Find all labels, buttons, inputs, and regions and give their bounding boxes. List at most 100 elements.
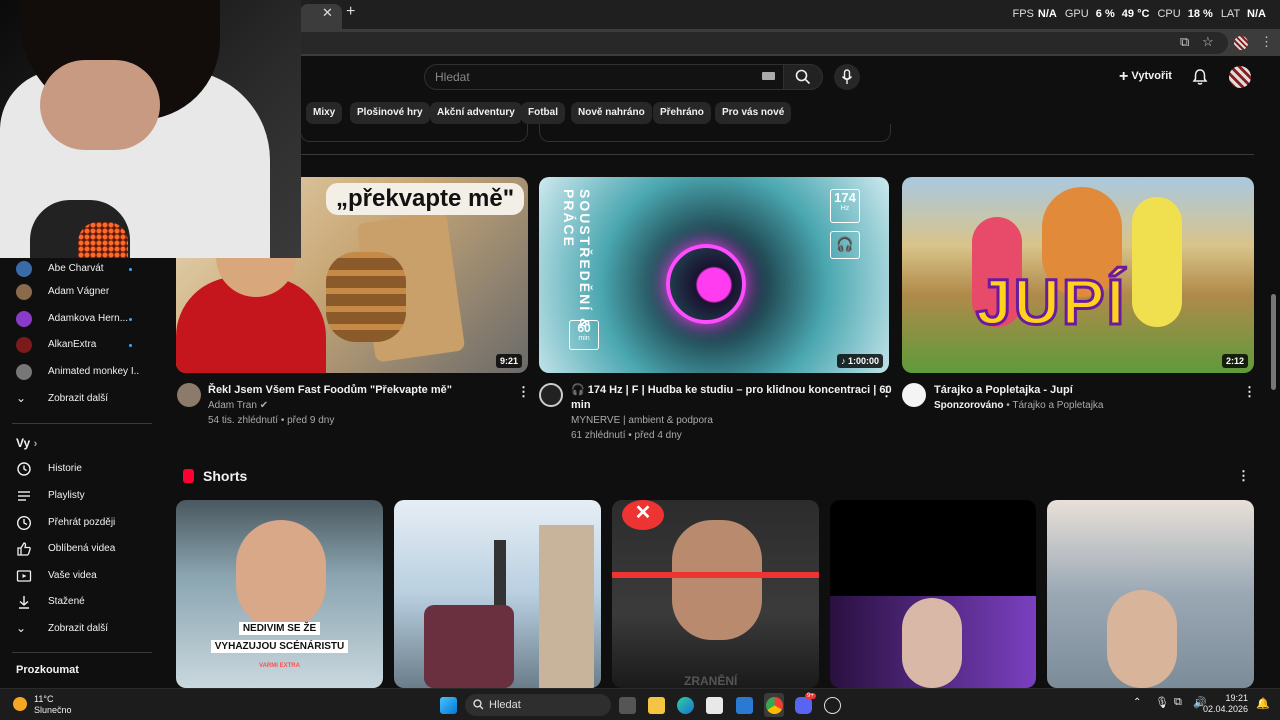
channel-avatar (16, 364, 32, 380)
figure (424, 605, 514, 688)
chevron-up-icon[interactable]: ⌃ (1133, 697, 1141, 708)
task-view-icon[interactable] (619, 697, 636, 714)
sidebar-subscription-animated-monkey[interactable]: Animated monkey I... (0, 361, 154, 385)
system-clock[interactable]: 19:21 02.04.2026 (1203, 693, 1248, 715)
keyboard-icon[interactable] (762, 72, 775, 80)
short-item[interactable]: NEDIVIM SE ŽE VYHAZUJOU SCÉNÁRISTU VARMI… (176, 500, 383, 688)
short-item[interactable] (394, 500, 601, 688)
sidebar-item-label: Zobrazit další (48, 393, 109, 404)
channel-avatar[interactable] (902, 383, 926, 407)
search-button[interactable] (783, 64, 823, 90)
video-title[interactable]: Tárajko a Popletajka - Jupí (934, 383, 1073, 398)
sidebar-subscription-abe-charvat[interactable]: Abe Charvát (0, 258, 154, 282)
taskbar-search-label: Hledat (489, 699, 521, 711)
steam-icon[interactable] (824, 697, 841, 714)
gpu-stat: GPU 6 % 49 °C (1064, 8, 1150, 20)
streamer-face (40, 60, 160, 150)
sidebar-item-watch-later[interactable]: Přehrát později (0, 512, 154, 536)
sidebar-item-history[interactable]: Historie (0, 458, 154, 482)
sidebar-subscription-adamkova-herna[interactable]: Adamkova Hern... (0, 308, 154, 332)
athlete-figure (672, 520, 762, 640)
channel-avatar (16, 337, 32, 353)
edge-browser-icon[interactable] (677, 697, 694, 714)
sidebar-divider (12, 652, 152, 653)
channel-avatar (16, 261, 32, 277)
sidebar-item-label: Oblíbená videa (48, 543, 116, 554)
taskbar-search[interactable]: Hledat (465, 694, 611, 716)
chip-action-adventures[interactable]: Akční adventury (430, 102, 522, 124)
channel-name[interactable]: Adam Tran ✔ (208, 398, 268, 413)
chip-recently-uploaded[interactable]: Nově nahráno (571, 102, 652, 124)
sidebar-item-downloads[interactable]: Stažené (0, 591, 154, 615)
chip-watched[interactable]: Přehráno (653, 102, 711, 124)
previous-card-edge (539, 124, 891, 142)
file-explorer-icon[interactable] (648, 697, 665, 714)
streamer-figure (902, 598, 962, 688)
video-menu-icon[interactable]: ⋮ (517, 384, 530, 400)
microsoft-store-icon[interactable] (706, 697, 723, 714)
channel-avatar[interactable] (177, 383, 201, 407)
discord-icon[interactable] (795, 697, 812, 714)
plus-icon: + (1119, 68, 1129, 85)
video-menu-icon[interactable]: ⋮ (1243, 384, 1256, 400)
sidebar-subscription-alkanextra[interactable]: AlkanExtra (0, 334, 154, 358)
chip-football[interactable]: Fotbal (521, 102, 565, 124)
sidebar-item-label: Playlisty (48, 490, 85, 501)
portal-ring (666, 244, 746, 324)
chip-mixy[interactable]: Mixy (306, 102, 343, 124)
minutes-badge: 60 min (569, 320, 599, 350)
channel-name[interactable]: MYNERVE | ambient & podpora (571, 413, 713, 428)
browser-menu-icon[interactable]: ⋮ (1260, 34, 1273, 50)
short-item[interactable] (1047, 500, 1254, 688)
sidebar-show-more-subscriptions[interactable]: ⌄ Zobrazit další (0, 388, 154, 412)
close-tab-icon[interactable]: ✕ (322, 5, 333, 21)
video-duration: 2:12 (1221, 354, 1248, 368)
sidebar-divider (12, 423, 152, 424)
short-item[interactable]: ✕ ZRANĚNÍ (612, 500, 819, 688)
video-thumbnail[interactable]: JUPÍ 2:12 (902, 177, 1254, 373)
video-menu-icon[interactable]: ⋮ (880, 384, 893, 400)
sidebar-item-playlists[interactable]: Playlisty (0, 485, 154, 509)
bookmark-star-icon[interactable]: ☆ (1202, 34, 1214, 50)
search-icon (473, 699, 484, 710)
new-tab-button[interactable]: + (346, 3, 355, 21)
sidebar-item-label: Adam Vágner (48, 286, 110, 297)
video-thumbnail[interactable]: SOUSTŘEDĚNÍ & PRÁCE 174 Hz 🎧 60 min ♪ 1:00… (539, 177, 889, 373)
short-caption: NEDIVIM SE ŽE VYHAZUJOU SCÉNÁRISTU VARMI… (196, 618, 363, 672)
browser-tab[interactable] (300, 4, 342, 29)
network-icon[interactable]: ⧉ (1174, 696, 1182, 709)
sidebar-you-heading[interactable]: Vy › (16, 436, 37, 450)
page-scrollbar[interactable] (1271, 294, 1276, 390)
account-avatar[interactable] (1229, 66, 1251, 88)
weather-temperature[interactable]: 11°C (34, 694, 53, 704)
chevron-down-icon: ⌄ (16, 391, 27, 405)
sidebar-show-more-you[interactable]: ⌄ Zobrazit další (0, 618, 154, 642)
search-input[interactable]: Hledat (424, 64, 784, 90)
create-button[interactable]: + Vytvořit (1119, 68, 1172, 86)
new-content-dot (129, 344, 132, 347)
video-title[interactable]: 🎧 174 Hz | F | Hudba ke studiu – pro kli… (571, 383, 892, 413)
sidebar-item-label: AlkanExtra (48, 339, 97, 350)
sidebar-subscription-adam-vagner[interactable]: Adam Vágner (0, 281, 154, 305)
weather-description[interactable]: Slunečno (34, 705, 72, 715)
hz-badge: 174 Hz (830, 189, 860, 223)
sidebar-item-label: Stažené (48, 596, 85, 607)
install-app-icon[interactable]: ⧉ (1180, 34, 1189, 50)
mail-icon[interactable] (736, 697, 753, 714)
microphone-icon[interactable]: 🎙 (1155, 696, 1169, 709)
notifications-bell-icon[interactable] (1192, 68, 1208, 86)
video-title[interactable]: Řekl Jsem Všem Fast Foodům "Překvapte mě… (208, 383, 452, 398)
shorts-menu-icon[interactable]: ⋮ (1237, 468, 1250, 484)
voice-search-button[interactable] (834, 64, 860, 90)
person-face (236, 520, 326, 630)
chip-new-to-you[interactable]: Pro vás nové (715, 102, 792, 124)
sidebar-item-your-videos[interactable]: Vaše videa (0, 565, 154, 589)
chrome-icon[interactable] (766, 697, 783, 714)
channel-avatar[interactable] (539, 383, 563, 407)
sidebar-item-liked-videos[interactable]: Oblíbená videa (0, 538, 154, 562)
start-windows-icon[interactable] (440, 697, 457, 714)
chip-platform-games[interactable]: Plošinové hry (350, 102, 430, 124)
notifications-icon[interactable]: 🔔 (1256, 697, 1270, 710)
short-item[interactable] (830, 500, 1036, 688)
profile-avatar-icon[interactable] (1234, 36, 1248, 50)
